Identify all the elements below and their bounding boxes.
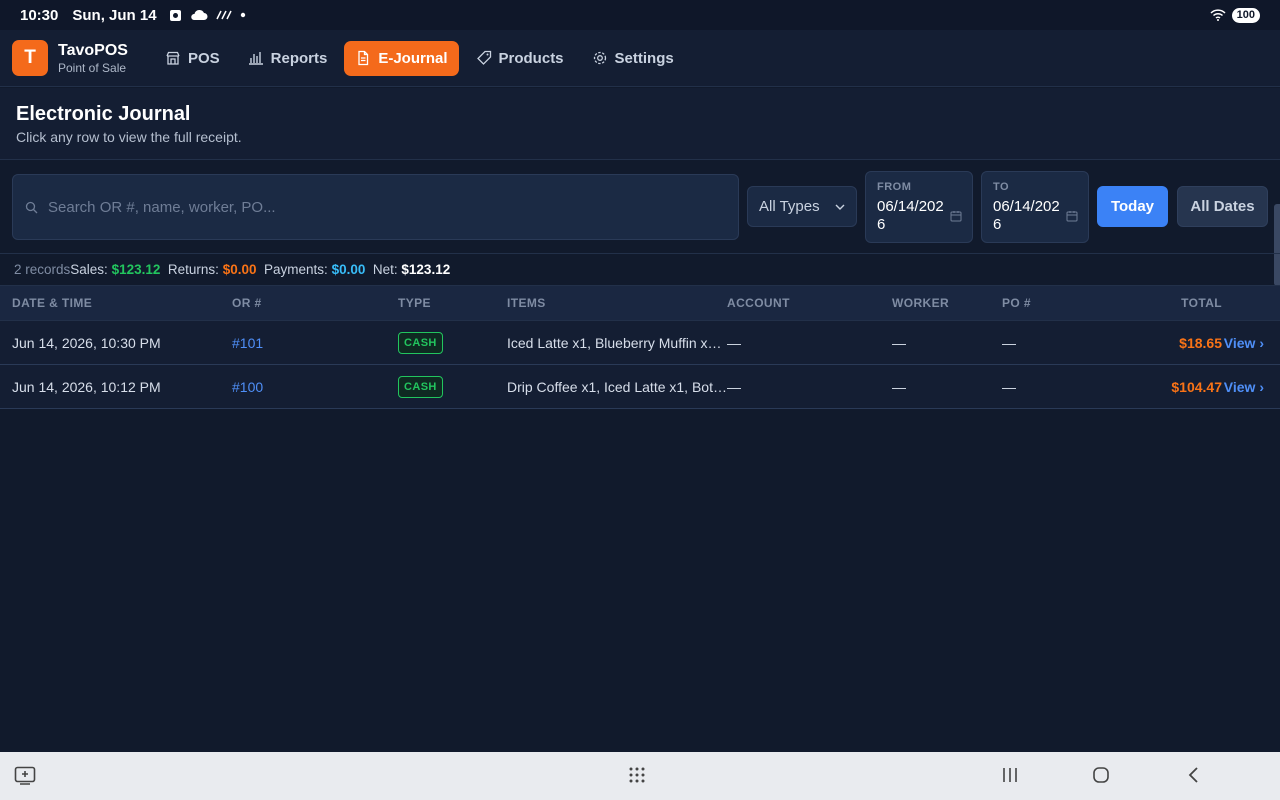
nav-products[interactable]: Products <box>465 41 575 76</box>
page-header: Electronic Journal Click any row to view… <box>0 88 1280 160</box>
search-box[interactable] <box>12 174 739 240</box>
nav-e-journal-label: E-Journal <box>378 49 448 67</box>
to-date-field[interactable]: TO 06/14/2026 <box>981 171 1089 243</box>
from-date-label: FROM <box>877 181 912 193</box>
status-time: 10:30 <box>20 6 59 24</box>
col-worker[interactable]: WORKER <box>892 296 949 310</box>
brand: TavoPOS Point of Sale <box>58 41 128 76</box>
payments-label: Payments: <box>264 262 328 277</box>
row-or-link[interactable]: #101 <box>232 335 263 351</box>
row-account: — <box>727 378 741 395</box>
table-row[interactable]: Jun 14, 2026, 10:12 PM #100 CASH Drip Co… <box>0 365 1280 409</box>
row-total: $18.65 <box>1179 334 1222 351</box>
row-worker: — <box>892 378 906 395</box>
view-receipt-link[interactable]: View › <box>1224 379 1264 395</box>
row-worker: — <box>892 334 906 351</box>
nav-settings-label: Settings <box>614 49 674 67</box>
row-items: Drip Coffee x1, Iced Latte x1, Bottl... <box>507 378 727 395</box>
cloud-icon <box>190 9 208 20</box>
all-dates-button[interactable]: All Dates <box>1177 186 1268 227</box>
system-nav-bar <box>0 752 1280 800</box>
wifi-icon <box>1210 9 1226 21</box>
col-datetime[interactable]: DATE & TIME <box>12 296 92 310</box>
recents-icon[interactable] <box>1001 766 1019 784</box>
from-date-field[interactable]: FROM 06/14/2026 <box>865 171 973 243</box>
brand-name: TavoPOS <box>58 41 128 59</box>
nav-reports[interactable]: Reports <box>237 41 339 76</box>
table-row[interactable]: Jun 14, 2026, 10:30 PM #101 CASH Iced La… <box>0 321 1280 365</box>
row-or-link[interactable]: #100 <box>232 379 263 395</box>
nav-pos-label: POS <box>187 49 220 67</box>
gear-icon <box>593 51 606 65</box>
nav-e-journal[interactable]: E-Journal <box>344 40 459 76</box>
col-items[interactable]: ITEMS <box>507 296 546 310</box>
net-value: $123.12 <box>401 262 451 277</box>
row-datetime: Jun 14, 2026, 10:12 PM <box>12 378 161 395</box>
to-date-value: 06/14/2026 <box>993 198 1060 233</box>
today-button[interactable]: Today <box>1097 186 1168 227</box>
calendar-icon[interactable] <box>1066 210 1078 222</box>
col-total[interactable]: TOTAL <box>1181 296 1222 310</box>
document-icon <box>358 50 369 66</box>
returns-label: Returns: <box>167 262 219 277</box>
notification-icon <box>169 9 181 21</box>
battery-indicator: 100 <box>1231 7 1260 23</box>
page-title: Electronic Journal <box>16 103 191 125</box>
from-date-value: 06/14/2026 <box>877 198 944 233</box>
brand-subtitle: Point of Sale <box>58 60 127 75</box>
search-input[interactable] <box>48 198 708 216</box>
row-po: — <box>1002 334 1016 351</box>
payments-value: $0.00 <box>331 262 366 277</box>
row-total: $104.47 <box>1171 378 1222 395</box>
type-select[interactable]: All Types <box>747 186 857 227</box>
nav-products-label: Products <box>498 49 564 67</box>
returns-value: $0.00 <box>222 262 257 277</box>
col-account[interactable]: ACCOUNT <box>727 296 790 310</box>
back-icon[interactable] <box>1185 766 1203 784</box>
net-label: Net: <box>372 262 398 277</box>
col-or[interactable]: OR # <box>232 296 262 310</box>
filter-bar: All Types FROM 06/14/2026 TO 06/14/2026 … <box>0 160 1280 253</box>
nav-settings[interactable]: Settings <box>581 41 685 76</box>
app-logo: T <box>12 40 48 76</box>
home-icon[interactable] <box>1092 766 1110 784</box>
row-account: — <box>727 334 741 351</box>
status-date: Sun, Jun 14 <box>72 6 157 24</box>
type-select-value: All Types <box>759 198 820 215</box>
sales-label: Sales: <box>70 262 108 277</box>
view-receipt-link[interactable]: View › <box>1224 335 1264 351</box>
type-badge: CASH <box>398 331 443 354</box>
row-items: Iced Latte x1, Blueberry Muffin x1, ... <box>507 334 727 351</box>
page-subtitle: Click any row to view the full receipt. <box>16 129 242 145</box>
bar-chart-icon <box>248 52 263 65</box>
nav-pos[interactable]: POS <box>154 41 231 76</box>
app-drawer-icon[interactable] <box>628 766 646 784</box>
tag-icon <box>476 50 491 65</box>
top-navbar: T TavoPOS Point of Sale POS Reports E-Jo… <box>0 30 1280 87</box>
record-count: 2 records <box>14 262 71 277</box>
row-datetime: Jun 14, 2026, 10:30 PM <box>12 334 161 351</box>
col-po[interactable]: PO # <box>1002 296 1031 310</box>
to-date-label: TO <box>993 181 1010 193</box>
calendar-icon[interactable] <box>950 210 962 222</box>
screen-record-icon[interactable] <box>14 766 36 786</box>
nav-reports-label: Reports <box>270 49 328 67</box>
col-type[interactable]: TYPE <box>398 296 431 310</box>
stripes-icon <box>215 10 232 20</box>
sales-value: $123.12 <box>111 262 161 277</box>
table-header: DATE & TIME OR # TYPE ITEMS ACCOUNT WORK… <box>0 285 1280 321</box>
dot-icon <box>240 12 245 18</box>
type-badge: CASH <box>398 375 443 398</box>
summary-bar: 2 records Sales: $123.12 Returns: $0.00 … <box>0 253 1280 285</box>
status-bar: 10:30 Sun, Jun 14 100 <box>0 0 1280 30</box>
store-icon <box>166 51 180 65</box>
chevron-down-icon <box>835 204 845 210</box>
search-icon <box>25 201 38 213</box>
row-po: — <box>1002 378 1016 395</box>
